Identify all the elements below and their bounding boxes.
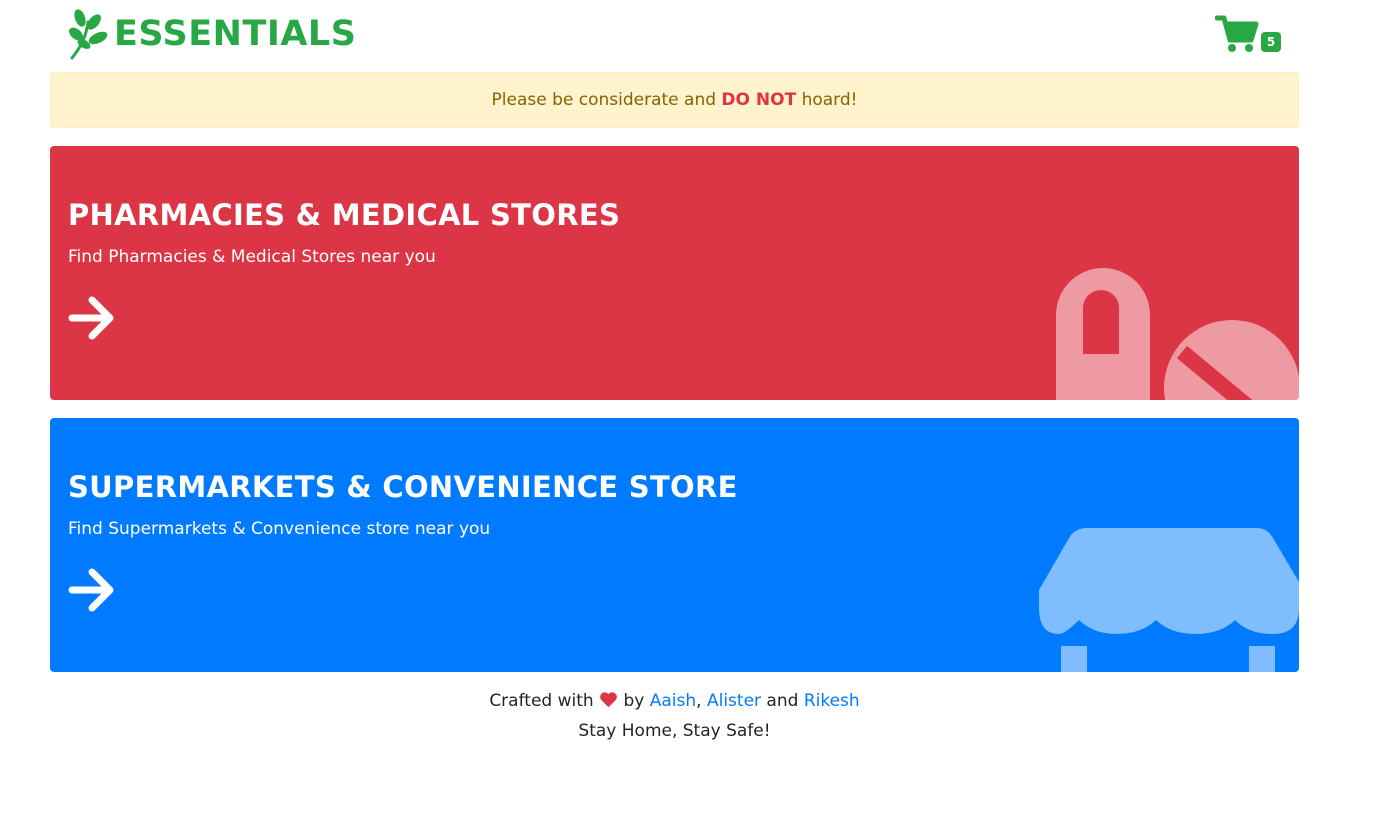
credits-line: Crafted with by Aaish, Alister and Rikes… [50, 686, 1299, 716]
arrow-right-icon[interactable] [68, 294, 116, 342]
brand-logo-link[interactable]: ESSENTIALS [68, 8, 356, 60]
crafted-text: Crafted with [489, 691, 594, 711]
shopping-cart-icon [1215, 15, 1259, 52]
alert-text-after: hoard! [796, 90, 858, 110]
pharmacies-card[interactable]: PHARMACIES & MEDICAL STORES Find Pharmac… [50, 146, 1299, 400]
page-container: ESSENTIALS 5 Please be considerate and D… [50, 0, 1299, 741]
cart-button[interactable]: 5 [1215, 14, 1283, 54]
alert-emphasis: DO NOT [721, 90, 797, 110]
alert-text-before: Please be considerate and [491, 90, 722, 110]
author-link-aaish[interactable]: Aaish [650, 691, 696, 711]
card-subtitle: Find Pharmacies & Medical Stores near yo… [68, 247, 436, 267]
card-title: SUPERMARKETS & CONVENIENCE STORE [68, 470, 738, 504]
supermarkets-card[interactable]: SUPERMARKETS & CONVENIENCE STORE Find Su… [50, 418, 1299, 672]
leaf-icon [69, 9, 108, 60]
author-link-alister[interactable]: Alister [707, 691, 761, 711]
and-text: and [766, 691, 799, 711]
tagline: Stay Home, Stay Safe! [578, 721, 771, 741]
footer: Crafted with by Aaish, Alister and Rikes… [50, 686, 1299, 746]
cart-count-badge: 5 [1261, 32, 1281, 52]
by-text: by [623, 691, 645, 711]
header: ESSENTIALS 5 [50, 0, 1299, 72]
author-link-rikesh[interactable]: Rikesh [804, 691, 860, 711]
arrow-right-icon[interactable] [68, 566, 116, 614]
separator: , [696, 691, 702, 711]
store-awning-icon [1039, 528, 1299, 672]
card-title: PHARMACIES & MEDICAL STORES [68, 198, 621, 232]
heart-icon [600, 692, 617, 708]
card-subtitle: Find Supermarkets & Convenience store ne… [68, 519, 491, 539]
brand-name: ESSENTIALS [114, 14, 357, 54]
hoarding-alert: Please be considerate and DO NOT hoard! [50, 72, 1299, 128]
pills-icon [1056, 268, 1299, 400]
